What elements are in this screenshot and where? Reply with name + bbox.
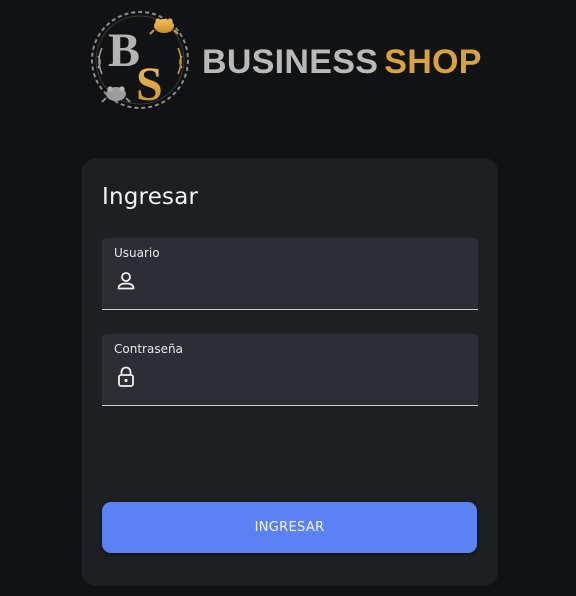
brand-word-business: BUSINESS [202,42,379,81]
password-label: Contraseña [114,342,183,356]
brand-word-shop: SHOP [384,42,482,81]
lock-icon [118,366,134,387]
username-input[interactable] [146,272,466,292]
user-icon [117,272,135,290]
brand-wordmark: BUSINESS SHOP [202,43,482,82]
login-card: Ingresar Usuario Contraseña INGRESAR [82,158,498,586]
username-field[interactable]: Usuario [102,238,478,310]
brand-logo: B S BUSINESS SHOP [86,8,482,112]
password-field[interactable]: Contraseña [102,334,478,406]
login-submit-button[interactable]: INGRESAR [102,502,477,553]
username-label: Usuario [114,246,160,260]
logo-emblem: B S [91,11,189,111]
login-page: B S BUSINESS SHOP Ingresar Usuario Contr… [0,0,576,596]
emblem-letter-s: S [136,58,163,111]
password-input[interactable] [146,368,466,388]
login-title: Ingresar [102,184,199,210]
